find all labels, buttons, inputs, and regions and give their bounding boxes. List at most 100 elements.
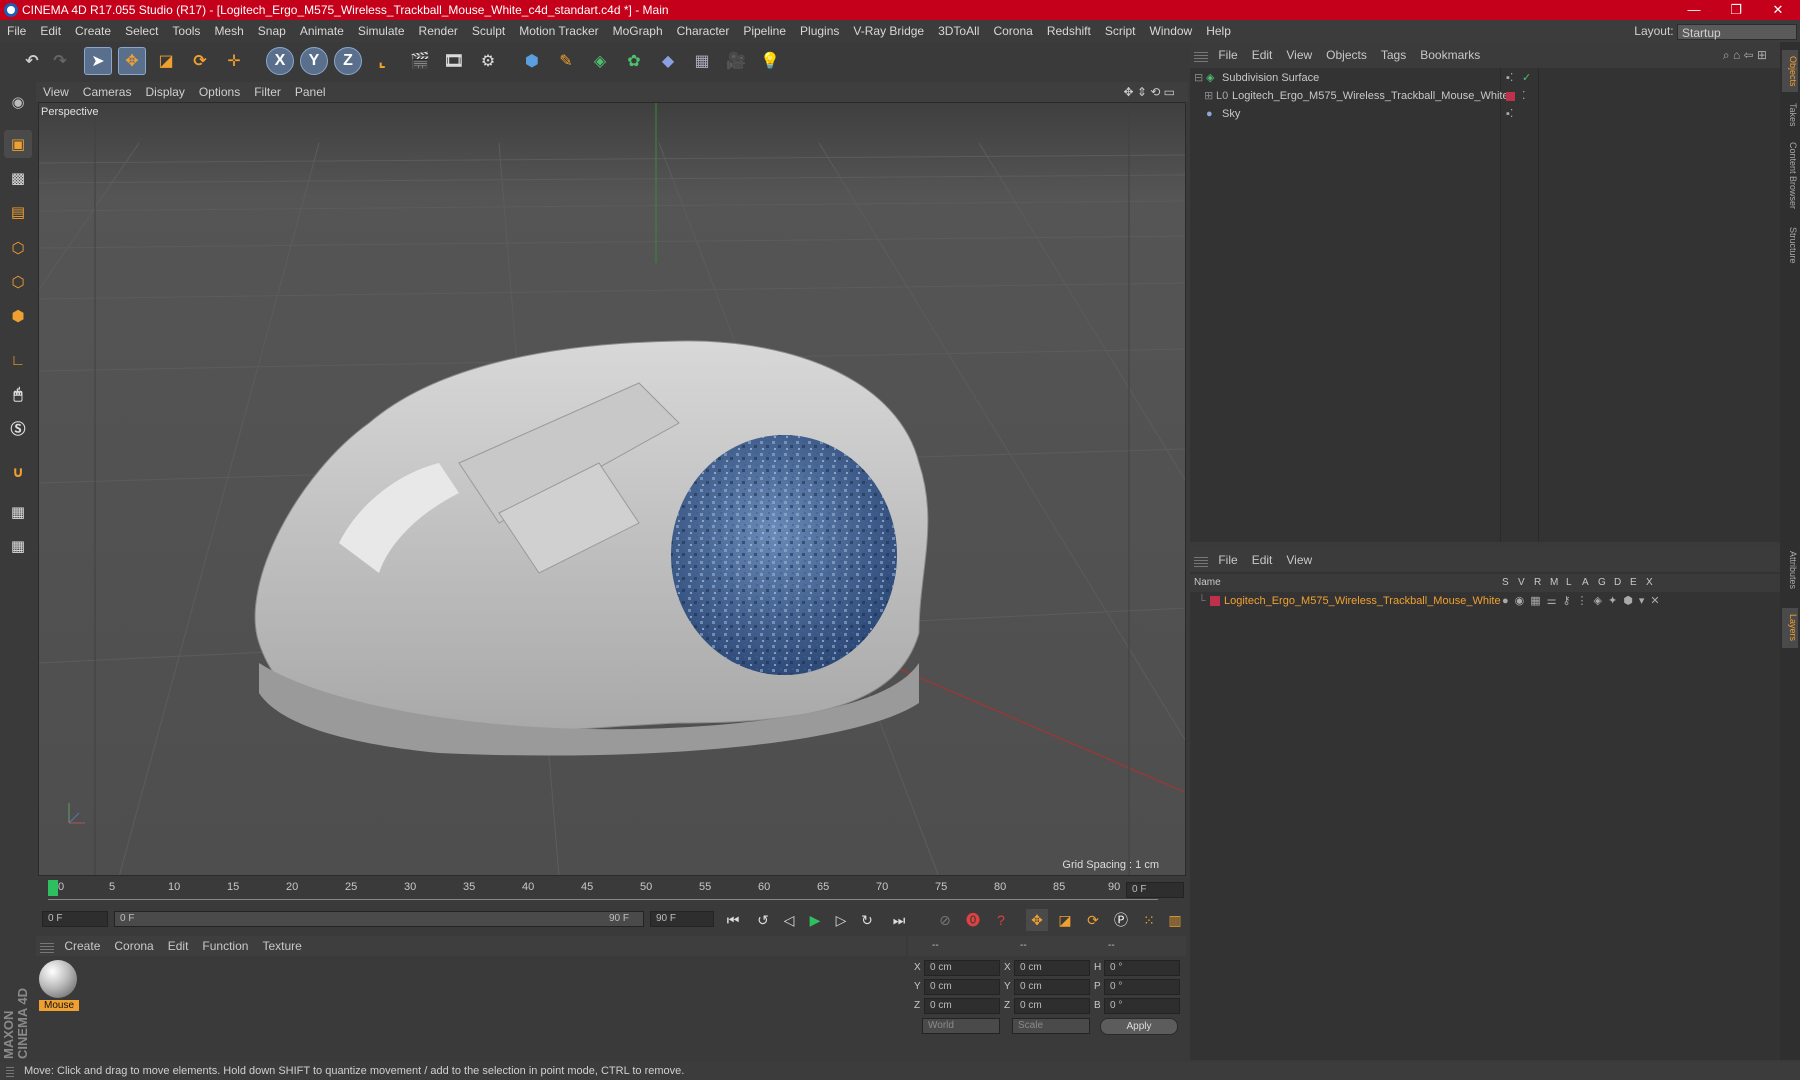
light-icon[interactable]: 💡 xyxy=(756,47,784,75)
maximize-button[interactable]: ❐ xyxy=(1716,0,1756,20)
menu-plugins[interactable]: Plugins xyxy=(793,20,846,42)
menu-mesh[interactable]: Mesh xyxy=(207,20,250,42)
mat-menu-corona[interactable]: Corona xyxy=(107,936,160,956)
obj-menu-edit[interactable]: Edit xyxy=(1245,42,1280,68)
cloner-icon[interactable]: ✿ xyxy=(620,47,648,75)
locked-workplane-icon[interactable]: ▦ xyxy=(4,532,32,560)
current-frame-field[interactable]: 0 F xyxy=(1126,882,1184,898)
menu-vray-bridge[interactable]: V-Ray Bridge xyxy=(846,20,931,42)
render-settings-icon[interactable]: ⚙ xyxy=(474,47,502,75)
mat-menu-create[interactable]: Create xyxy=(57,936,107,956)
layer-color-swatch[interactable] xyxy=(1210,596,1220,606)
pen-spline-icon[interactable]: ✎ xyxy=(552,47,580,75)
axis-mode-icon[interactable]: ∟ xyxy=(4,346,32,374)
vp-menu-panel[interactable]: Panel xyxy=(288,82,333,102)
layer-menu-file[interactable]: File xyxy=(1211,548,1244,572)
tweak-mode-icon[interactable]: 🖱 xyxy=(4,380,32,408)
vp-menu-options[interactable]: Options xyxy=(192,82,247,102)
layer-menu-edit[interactable]: Edit xyxy=(1245,548,1280,572)
object-row[interactable]: ⊞ L0 Logitech_Ergo_M575_Wireless_Trackba… xyxy=(1190,87,1780,105)
layer-flags-icons[interactable]: ●◉▦⚌⚷⋮◈✦⬢▾✕ xyxy=(1502,592,1666,610)
pos-x-field[interactable]: 0 cm xyxy=(924,960,1000,976)
points-mode-icon[interactable]: ⬡ xyxy=(4,234,32,262)
column-generators[interactable]: G xyxy=(1598,574,1606,592)
mat-menu-function[interactable]: Function xyxy=(195,936,255,956)
vp-menu-filter[interactable]: Filter xyxy=(247,82,288,102)
start-frame-field[interactable]: 0 F xyxy=(42,911,108,927)
workplane-lock-icon[interactable]: ▦ xyxy=(4,498,32,526)
tab-attributes[interactable]: Attributes xyxy=(1782,542,1798,598)
menu-render[interactable]: Render xyxy=(412,20,465,42)
close-button[interactable]: ✕ xyxy=(1758,0,1798,20)
undo-icon[interactable]: ↶ xyxy=(18,47,46,75)
viewport-nav-icons[interactable]: ✥ ⇕ ⟲ ▭ xyxy=(1116,82,1182,102)
size-z-field[interactable]: 0 cm xyxy=(1014,998,1090,1014)
enabled-check-icon[interactable]: ✓ xyxy=(1522,69,1531,87)
material-swatch[interactable]: Mouse xyxy=(39,960,79,1012)
rot-p-field[interactable]: 0 ° xyxy=(1104,979,1180,995)
subdivision-surface-icon[interactable]: ◈ xyxy=(586,47,614,75)
key-rotation-icon[interactable]: ⟳ xyxy=(1082,909,1104,931)
deformer-icon[interactable]: ◆ xyxy=(654,47,682,75)
column-solo[interactable]: S xyxy=(1502,574,1509,592)
column-xref[interactable]: X xyxy=(1646,574,1653,592)
menu-character[interactable]: Character xyxy=(670,20,737,42)
apply-button[interactable]: Apply xyxy=(1100,1018,1178,1035)
column-view[interactable]: V xyxy=(1518,574,1525,592)
coordinate-system-icon[interactable]: ⌞ xyxy=(368,47,396,75)
record-keys-icon[interactable]: ⊘ xyxy=(934,909,956,931)
rot-h-field[interactable]: 0 ° xyxy=(1104,960,1180,976)
menu-edit[interactable]: Edit xyxy=(33,20,68,42)
tab-content-browser[interactable]: Content Browser xyxy=(1782,138,1798,214)
obj-menu-view[interactable]: View xyxy=(1279,42,1319,68)
visibility-dots-icon[interactable]: ▪⁚ xyxy=(1506,105,1513,123)
cube-primitive-icon[interactable]: ⬢ xyxy=(518,47,546,75)
edges-mode-icon[interactable]: ⬡ xyxy=(4,268,32,296)
scale-tool-icon[interactable]: ◪ xyxy=(152,47,180,75)
next-key-icon[interactable]: ↻ xyxy=(856,909,878,931)
vp-menu-display[interactable]: Display xyxy=(138,82,191,102)
panel-grip-icon[interactable] xyxy=(1194,50,1208,62)
rot-b-field[interactable]: 0 ° xyxy=(1104,998,1180,1014)
pos-y-field[interactable]: 0 cm xyxy=(924,979,1000,995)
tab-takes[interactable]: Takes xyxy=(1782,98,1798,132)
vp-menu-cameras[interactable]: Cameras xyxy=(76,82,139,102)
menu-snap[interactable]: Snap xyxy=(251,20,293,42)
size-x-field[interactable]: 0 cm xyxy=(1014,960,1090,976)
axis-x-button[interactable]: X xyxy=(266,47,294,75)
menu-file[interactable]: File xyxy=(0,20,33,42)
key-param-icon[interactable]: Ⓟ xyxy=(1110,909,1132,931)
previous-frame-icon[interactable]: ◁ xyxy=(778,909,800,931)
object-row[interactable]: ⊟ ◈ Subdivision Surface ▪⁚ ✓ xyxy=(1190,69,1780,87)
visibility-dots-icon[interactable]: ⁚ xyxy=(1522,87,1526,105)
obj-menu-bookmarks[interactable]: Bookmarks xyxy=(1413,42,1487,68)
timeline-ruler[interactable]: 0 5 10 15 20 25 30 35 40 45 50 55 60 65 … xyxy=(36,878,1186,902)
menu-animate[interactable]: Animate xyxy=(293,20,351,42)
select-arrow-icon[interactable]: ➤ xyxy=(84,47,112,75)
model-mode-icon[interactable]: ▣ xyxy=(4,130,32,158)
column-render[interactable]: R xyxy=(1534,574,1541,592)
render-picture-viewer-icon[interactable]: 🎞 xyxy=(440,47,468,75)
workplane-icon[interactable]: ▤ xyxy=(4,198,32,226)
mat-menu-edit[interactable]: Edit xyxy=(161,936,196,956)
coord-system-dropdown[interactable]: World xyxy=(922,1018,1000,1034)
redo-icon[interactable]: ↷ xyxy=(46,47,74,75)
next-frame-icon[interactable]: ▷ xyxy=(830,909,852,931)
panel-grip-icon[interactable] xyxy=(1194,555,1208,567)
menu-tools[interactable]: Tools xyxy=(165,20,207,42)
layer-menu-view[interactable]: View xyxy=(1279,548,1319,572)
camera-icon[interactable]: 🎥 xyxy=(722,47,750,75)
floor-icon[interactable]: ▦ xyxy=(688,47,716,75)
menu-pipeline[interactable]: Pipeline xyxy=(736,20,793,42)
obj-menu-file[interactable]: File xyxy=(1211,42,1244,68)
make-editable-icon[interactable]: ◉ xyxy=(4,88,32,116)
timeline-window-icon[interactable]: ▥ xyxy=(1164,909,1186,931)
playhead[interactable] xyxy=(48,880,58,896)
size-mode-dropdown[interactable]: Scale xyxy=(1012,1018,1090,1034)
tab-layers[interactable]: Layers xyxy=(1782,608,1798,648)
go-to-end-icon[interactable]: ⏭ xyxy=(888,909,910,931)
frame-range-slider[interactable]: 0 F 90 F xyxy=(114,911,644,927)
column-manager[interactable]: M xyxy=(1550,574,1558,592)
pos-z-field[interactable]: 0 cm xyxy=(924,998,1000,1014)
column-name[interactable]: Name xyxy=(1194,574,1221,592)
